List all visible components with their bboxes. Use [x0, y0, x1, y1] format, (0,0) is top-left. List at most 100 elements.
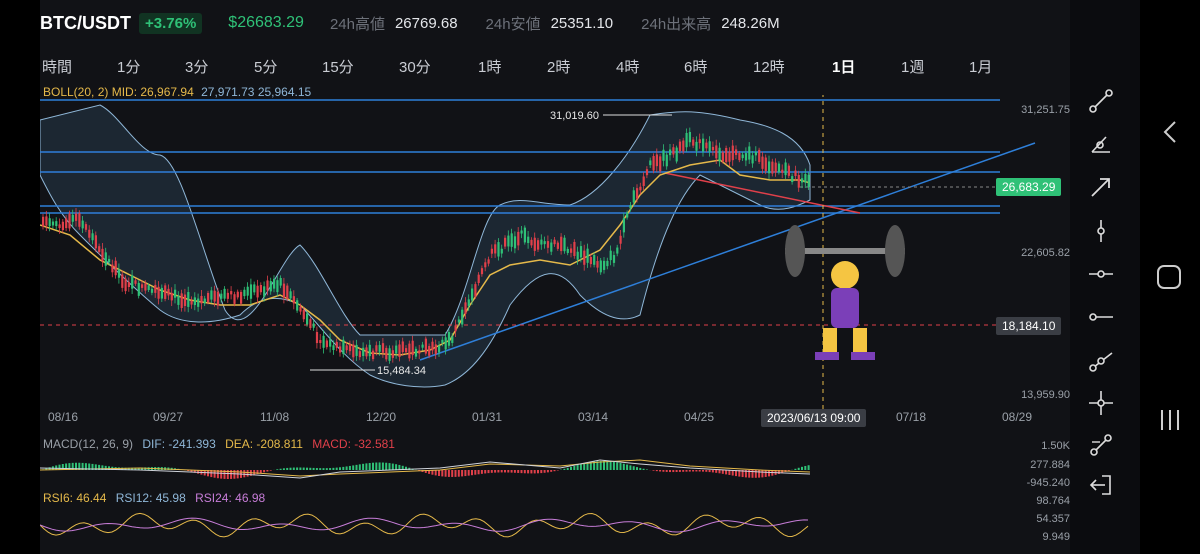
angle-tool-icon[interactable]	[1088, 131, 1114, 157]
candle-body	[312, 323, 315, 328]
crosshair-tool-icon[interactable]	[1088, 390, 1114, 416]
fibonacci-tool-icon[interactable]	[1088, 432, 1114, 458]
tab-1mo[interactable]: 1月	[969, 56, 992, 77]
candle-body	[339, 346, 342, 353]
candle-body	[342, 339, 345, 355]
candle-body	[692, 139, 695, 146]
candle-body	[286, 285, 289, 299]
candle-body	[372, 350, 375, 360]
candle-body	[447, 332, 451, 346]
ticker-header: BTC/USDT +3.76% $26683.29 24h高値 26769.68…	[40, 8, 1070, 38]
macd-bar	[678, 470, 681, 472]
macd-bar	[645, 469, 648, 470]
macd-bar	[471, 470, 473, 476]
candle-body	[553, 239, 556, 245]
macd-bar	[365, 463, 368, 470]
horizontal-line-tool-icon[interactable]	[1088, 261, 1114, 287]
candle-body	[787, 165, 790, 176]
candle-body	[263, 286, 266, 297]
home-icon[interactable]	[1156, 264, 1182, 290]
candle-body	[150, 288, 154, 293]
macd-dea: DEA: -208.811	[225, 437, 303, 451]
tab-1w[interactable]: 1週	[901, 56, 924, 77]
tab-1d[interactable]: 1日	[832, 56, 855, 77]
candle-body	[777, 163, 781, 173]
macd-bar	[438, 470, 440, 476]
candle-body	[114, 260, 117, 276]
rsi-axis-bottom: 9.949	[1042, 531, 1070, 543]
tab-30m[interactable]: 30分	[399, 56, 431, 77]
candle-body	[75, 213, 78, 221]
last-price: $26683.29	[228, 14, 304, 31]
price-chart[interactable]: 31,019.60 15,484.34	[40, 95, 1070, 410]
candle-body	[365, 347, 368, 357]
macd-bar	[566, 467, 569, 470]
macd-bar	[801, 466, 803, 470]
macd-axis-mid: 277.884	[1030, 459, 1070, 471]
candle-body	[81, 220, 84, 229]
tab-3m[interactable]: 3分	[185, 56, 208, 77]
exit-drawing-icon[interactable]	[1088, 472, 1114, 498]
candle-body	[329, 339, 332, 347]
arrow-tool-icon[interactable]	[1088, 174, 1114, 200]
phone-edge	[0, 0, 40, 554]
candle-body	[622, 218, 625, 233]
macd-bar	[606, 461, 609, 470]
candle-body	[236, 291, 239, 298]
symbol[interactable]: BTC/USDT	[40, 13, 131, 34]
candle-body	[306, 313, 309, 325]
back-icon[interactable]	[1162, 120, 1178, 144]
macd-bar	[395, 464, 398, 470]
low-value: 25351.10	[550, 14, 614, 32]
candle-body	[441, 339, 444, 343]
candle-body	[203, 298, 206, 304]
tab-1h[interactable]: 1時	[478, 56, 501, 77]
candle-body	[428, 345, 431, 356]
low-label: 24h安値	[485, 15, 541, 33]
candle-body	[457, 319, 460, 323]
candle-body	[94, 235, 97, 249]
tab-15m[interactable]: 15分	[322, 56, 354, 77]
macd-bar	[517, 470, 520, 473]
ray-tool-icon[interactable]	[1088, 347, 1114, 373]
tab-1m[interactable]: 1分	[117, 56, 140, 77]
tab-12h[interactable]: 12時	[753, 56, 785, 77]
candle-body	[801, 178, 804, 183]
tab-2h[interactable]: 2時	[547, 56, 570, 77]
candle-body	[111, 264, 114, 273]
tab-6h[interactable]: 6時	[684, 56, 707, 77]
tab-4h[interactable]: 4時	[616, 56, 639, 77]
candle-body	[497, 242, 500, 257]
macd-bar	[292, 467, 295, 470]
drawing-toolbar	[1070, 0, 1140, 554]
candle-body	[362, 347, 365, 356]
macd-bar	[612, 461, 615, 470]
macd-bar	[636, 467, 638, 470]
macd-bar	[718, 470, 721, 474]
macd-bar	[550, 470, 553, 472]
candle-body	[127, 282, 130, 288]
tab-timeframe[interactable]: 時間	[42, 56, 72, 77]
macd-bar	[494, 470, 497, 473]
macd-bar	[332, 467, 335, 470]
segment-tool-icon[interactable]	[1088, 88, 1114, 114]
macd-bar	[339, 467, 341, 470]
macd-bar	[329, 468, 332, 470]
candle-body	[619, 235, 622, 244]
macd-bar	[487, 470, 490, 474]
candle-body	[355, 344, 358, 356]
candle-body	[513, 236, 517, 249]
candle-body	[718, 147, 721, 162]
tab-5m[interactable]: 5分	[254, 56, 277, 77]
candle-body	[471, 288, 474, 301]
horizontal-ray-tool-icon[interactable]	[1088, 304, 1114, 330]
vertical-line-tool-icon[interactable]	[1088, 218, 1114, 244]
candle-body	[157, 286, 160, 299]
candle-body	[147, 285, 150, 290]
macd-bar	[665, 470, 668, 472]
macd-bar	[322, 468, 325, 470]
candle-body	[537, 240, 540, 250]
candle-body	[216, 291, 220, 306]
candle-body	[480, 268, 484, 275]
recents-icon[interactable]	[1158, 408, 1182, 432]
